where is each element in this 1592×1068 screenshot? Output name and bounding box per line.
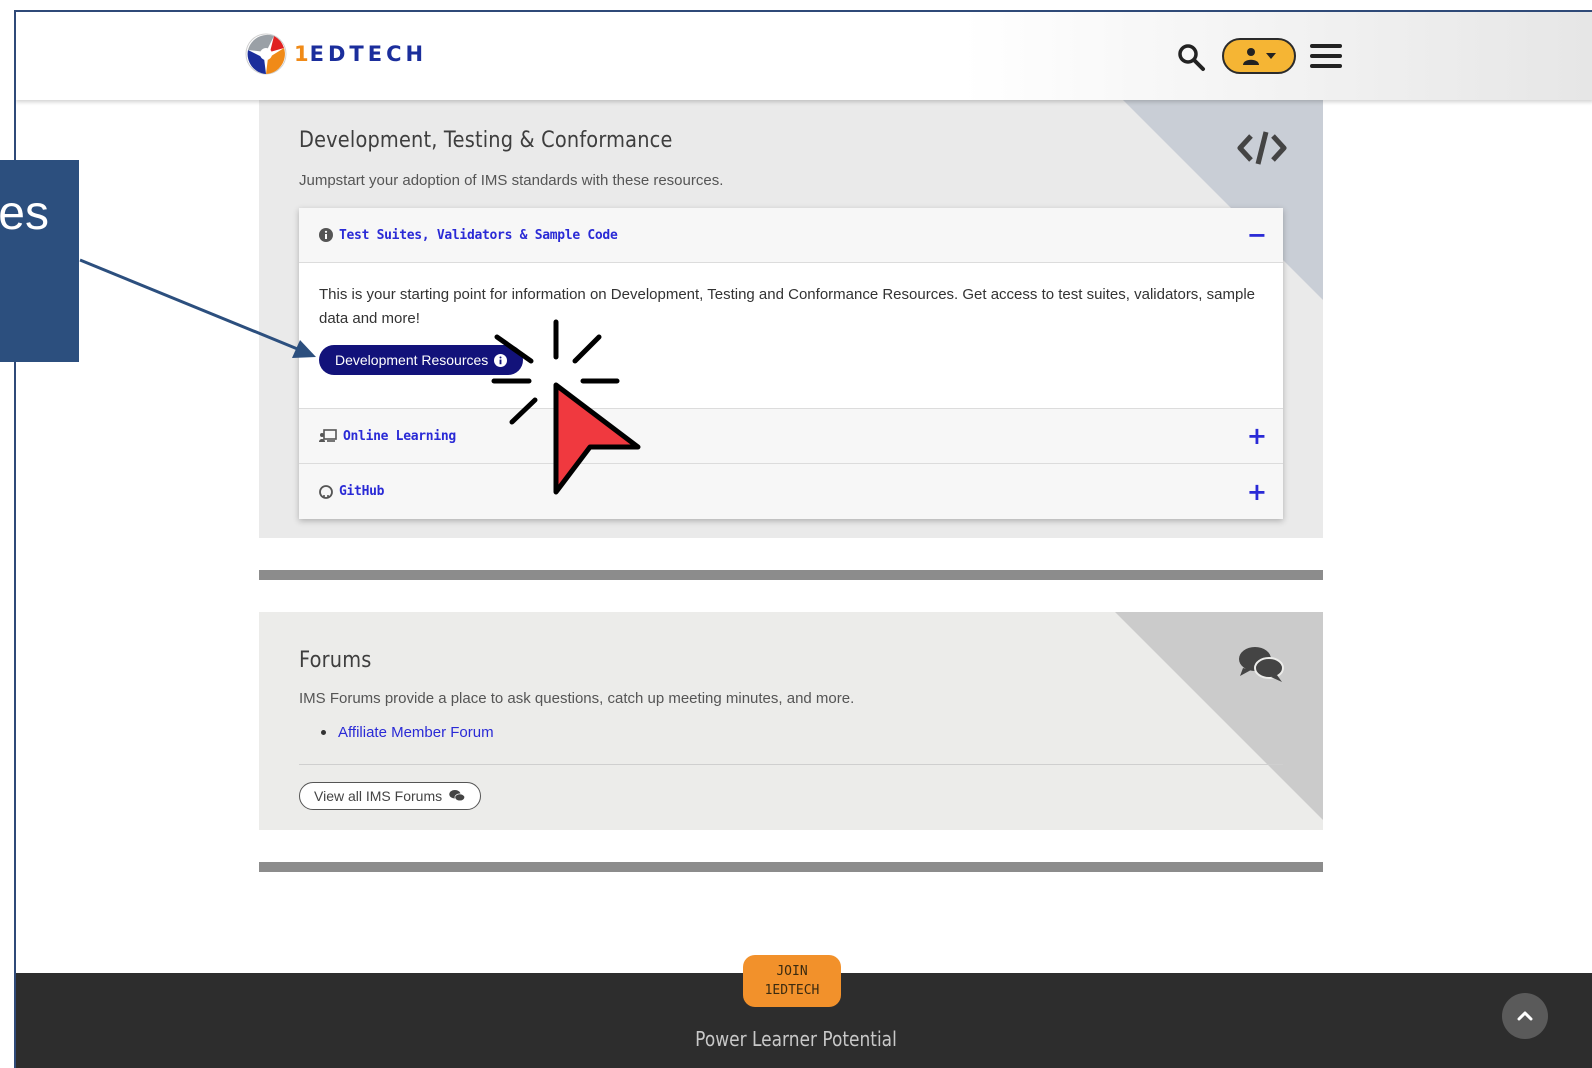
expand-toggle[interactable]: +: [1247, 422, 1267, 450]
tutorial-callout: es: [0, 160, 79, 362]
logo-wordmark: 1EDTECH: [294, 42, 428, 66]
button-label: Development Resources: [335, 352, 489, 368]
forums-card: Forums IMS Forums provide a place to ask…: [259, 612, 1323, 830]
development-card: Development, Testing & Conformance Jumps…: [259, 100, 1323, 538]
panel-description: This is your starting point for informat…: [319, 286, 1255, 327]
card-subtitle: IMS Forums provide a place to ask questi…: [299, 690, 855, 707]
card-title: Development, Testing & Conformance: [299, 128, 673, 153]
collapse-toggle[interactable]: −: [1247, 221, 1267, 249]
join-line-2: 1EDTECH: [764, 983, 820, 998]
card-separator: [299, 764, 1283, 765]
join-1edtech-button[interactable]: JOIN 1EDTECH: [743, 955, 841, 1007]
card-title: Forums: [299, 648, 372, 673]
user-icon: [1243, 48, 1259, 65]
back-to-top-button[interactable]: [1502, 993, 1548, 1039]
callout-text: es: [0, 187, 49, 240]
card-corner-decoration: [1115, 612, 1323, 820]
bullet: [321, 730, 326, 735]
chevron-up-icon: [1517, 1011, 1533, 1021]
site-footer: JOIN 1EDTECH Power Learner Potential: [16, 955, 1592, 1068]
code-icon: [1237, 131, 1287, 165]
expand-toggle[interactable]: +: [1247, 478, 1267, 506]
footer-tagline: Power Learner Potential: [695, 1027, 897, 1051]
caret-down-icon: [1266, 53, 1276, 59]
card-subtitle: Jumpstart your adoption of IMS standards…: [299, 172, 724, 189]
logo-mark-icon: [245, 33, 287, 75]
button-label: View all IMS Forums: [314, 788, 443, 804]
github-icon: [319, 484, 333, 499]
forum-link[interactable]: Affiliate Member Forum: [338, 724, 494, 741]
info-circle-icon: [319, 228, 333, 242]
comments-icon: [1239, 647, 1284, 682]
resources-accordion: Test Suites, Validators & Sample Code − …: [299, 208, 1283, 519]
accordion-label: Test Suites, Validators & Sample Code: [339, 227, 618, 243]
accordion-label: GitHub: [339, 484, 385, 499]
list-item[interactable]: Affiliate Member Forum: [321, 724, 494, 741]
accordion-header-online-learning[interactable]: Online Learning +: [299, 409, 1283, 464]
browser-viewport: 1EDTECH Development, Testing & Conforman…: [14, 10, 1592, 1068]
development-resources-button[interactable]: Development Resources: [319, 345, 524, 375]
accordion-label: Online Learning: [343, 428, 456, 444]
user-menu-button[interactable]: [1222, 38, 1296, 74]
comments-icon: [449, 790, 466, 802]
search-icon[interactable]: [1176, 42, 1206, 72]
accordion-header-test-suites[interactable]: Test Suites, Validators & Sample Code −: [299, 208, 1283, 263]
section-divider: [259, 862, 1323, 872]
site-header: 1EDTECH: [16, 12, 1592, 100]
forum-links-list: Affiliate Member Forum: [321, 724, 494, 741]
accordion-panel: This is your starting point for informat…: [299, 263, 1283, 409]
site-logo[interactable]: 1EDTECH: [244, 32, 427, 76]
view-all-forums-button[interactable]: View all IMS Forums: [299, 782, 482, 810]
info-circle-icon: [494, 353, 508, 367]
accordion-header-github[interactable]: GitHub +: [299, 464, 1283, 519]
online-learning-icon: [319, 429, 337, 442]
section-divider: [259, 570, 1323, 580]
join-line-1: JOIN: [776, 964, 808, 979]
hamburger-menu-icon[interactable]: [1310, 42, 1342, 70]
